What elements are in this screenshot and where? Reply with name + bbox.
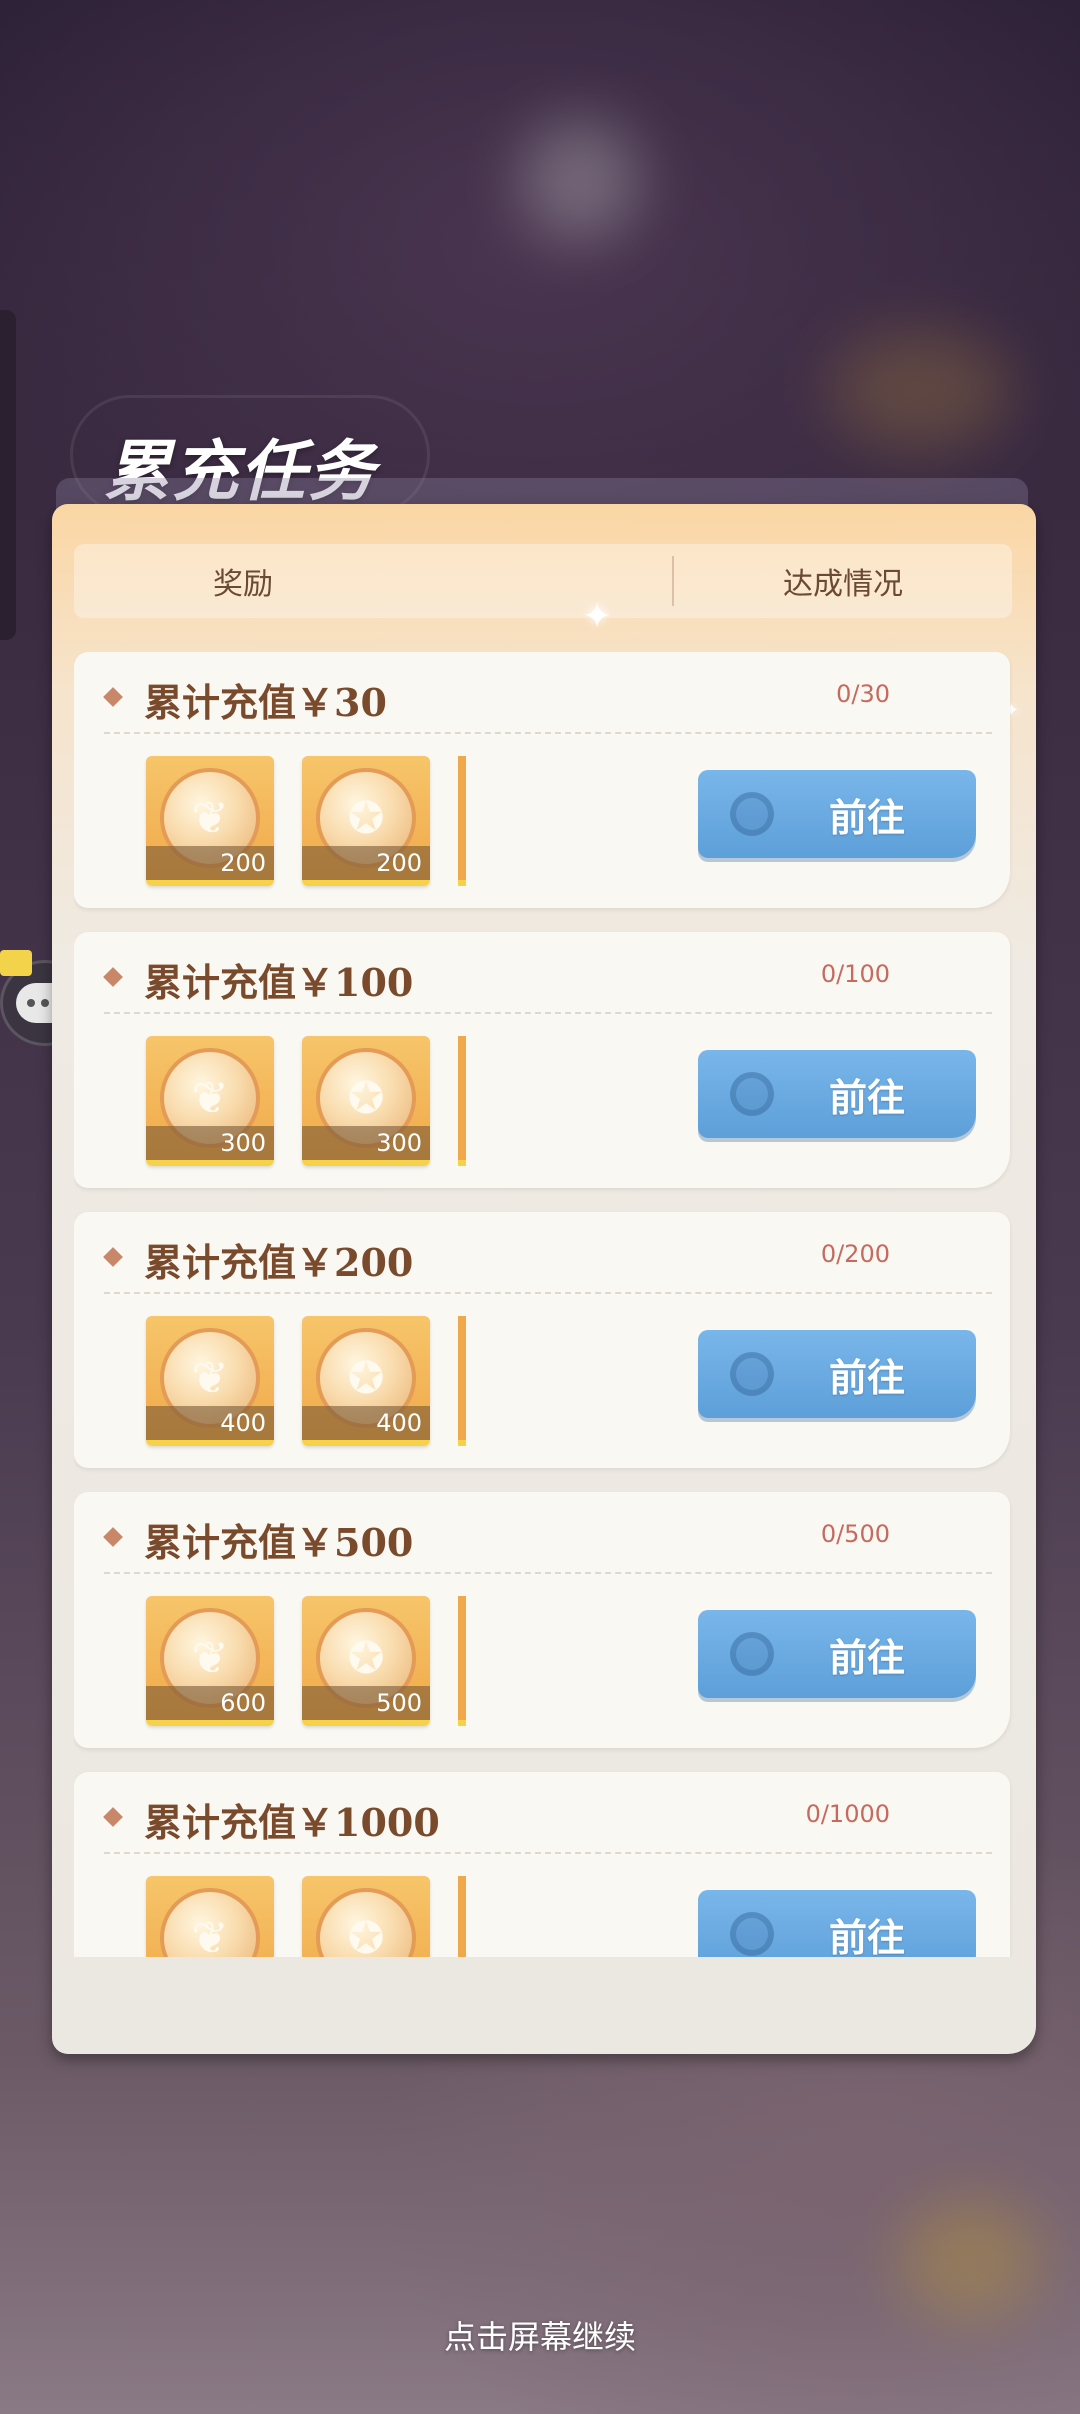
side-tab[interactable] [0, 310, 16, 640]
goto-button[interactable]: 前往 [698, 1330, 976, 1418]
sparkle-icon: ✦ [582, 596, 613, 637]
goto-button-label: 前往 [828, 1354, 905, 1400]
goto-button[interactable]: 前往 [698, 1610, 976, 1698]
diamond-icon [103, 1527, 123, 1547]
coin-icon: ❦ [160, 1888, 260, 1957]
divider [104, 1292, 992, 1294]
background-blur [830, 330, 1010, 450]
circle-icon [730, 1072, 774, 1116]
reward-item-partial[interactable] [458, 1596, 466, 1726]
goto-button[interactable]: 前往 [698, 1890, 976, 1957]
divider [104, 1572, 992, 1574]
reward-qty: 500 [302, 1686, 430, 1720]
task-title: 累计充值￥100 [144, 960, 414, 1005]
reward-item[interactable]: ✪ [302, 1876, 430, 1957]
reward-qty: 200 [146, 846, 274, 880]
task-item: 累计充值￥1000 0/1000 ❦ ✪ 前往 [74, 1772, 1010, 1957]
goto-button[interactable]: 前往 [698, 770, 976, 858]
task-item: 累计充值￥100 0/100 ❦ 300 ✪ 300 前往 [74, 932, 1010, 1188]
task-list[interactable]: 累计充值￥30 0/30 ❦ 200 ✪ 200 前往 累计充值￥100 0/1… [74, 652, 1032, 1957]
diamond-icon [103, 1247, 123, 1267]
divider [104, 732, 992, 734]
goto-button-label: 前往 [828, 1914, 905, 1958]
task-progress: 0/30 [836, 680, 890, 708]
task-panel: 奖励 达成情况 ✦ ✦ 累计充值￥30 0/30 ❦ 200 ✪ 200 前往 [52, 504, 1036, 2054]
reward-item[interactable]: ❦ 400 [146, 1316, 274, 1446]
header-status: 达成情况 [783, 567, 903, 602]
reward-item[interactable]: ❦ [146, 1876, 274, 1957]
task-title: 累计充值￥30 [144, 680, 387, 725]
task-progress: 0/100 [820, 960, 890, 988]
goto-button-label: 前往 [828, 794, 905, 840]
diamond-icon [103, 687, 123, 707]
reward-item[interactable]: ✪ 300 [302, 1036, 430, 1166]
reward-item[interactable]: ✪ 200 [302, 756, 430, 886]
reward-item-partial[interactable] [458, 1316, 466, 1446]
task-title: 累计充值￥200 [144, 1240, 414, 1285]
reward-qty: 300 [146, 1126, 274, 1160]
task-title: 累计充值￥500 [144, 1520, 414, 1565]
diamond-icon [103, 967, 123, 987]
task-progress: 0/1000 [805, 1800, 890, 1828]
reward-qty: 400 [302, 1406, 430, 1440]
reward-item[interactable]: ❦ 600 [146, 1596, 274, 1726]
goto-button-label: 前往 [828, 1074, 905, 1120]
reward-item-partial[interactable] [458, 1036, 466, 1166]
coin-icon: ✪ [316, 1888, 416, 1957]
background-blur [900, 2200, 1040, 2320]
goto-button[interactable]: 前往 [698, 1050, 976, 1138]
reward-item-partial[interactable] [458, 1876, 466, 1957]
reward-item[interactable]: ✪ 500 [302, 1596, 430, 1726]
circle-icon [730, 792, 774, 836]
goto-button-label: 前往 [828, 1634, 905, 1680]
circle-icon [730, 1632, 774, 1676]
mail-icon [0, 950, 32, 976]
reward-item[interactable]: ❦ 200 [146, 756, 274, 886]
reward-qty: 400 [146, 1406, 274, 1440]
task-progress: 0/500 [820, 1520, 890, 1548]
reward-item[interactable]: ✪ 400 [302, 1316, 430, 1446]
divider [104, 1012, 992, 1014]
reward-qty: 600 [146, 1686, 274, 1720]
reward-qty: 200 [302, 846, 430, 880]
task-item: 累计充值￥500 0/500 ❦ 600 ✪ 500 前往 [74, 1492, 1010, 1748]
table-header: 奖励 达成情况 [74, 544, 1012, 618]
task-item: 累计充值￥200 0/200 ❦ 400 ✪ 400 前往 [74, 1212, 1010, 1468]
task-progress: 0/200 [820, 1240, 890, 1268]
circle-icon [730, 1352, 774, 1396]
reward-item-partial[interactable] [458, 756, 466, 886]
circle-icon [730, 1912, 774, 1956]
divider [104, 1852, 992, 1854]
reward-qty: 300 [302, 1126, 430, 1160]
reward-item[interactable]: ❦ 300 [146, 1036, 274, 1166]
task-title: 累计充值￥1000 [144, 1800, 440, 1845]
diamond-icon [103, 1807, 123, 1827]
task-item: 累计充值￥30 0/30 ❦ 200 ✪ 200 前往 [74, 652, 1010, 908]
background-blur [520, 120, 640, 240]
tap-to-continue[interactable]: 点击屏幕继续 [0, 2312, 1080, 2358]
